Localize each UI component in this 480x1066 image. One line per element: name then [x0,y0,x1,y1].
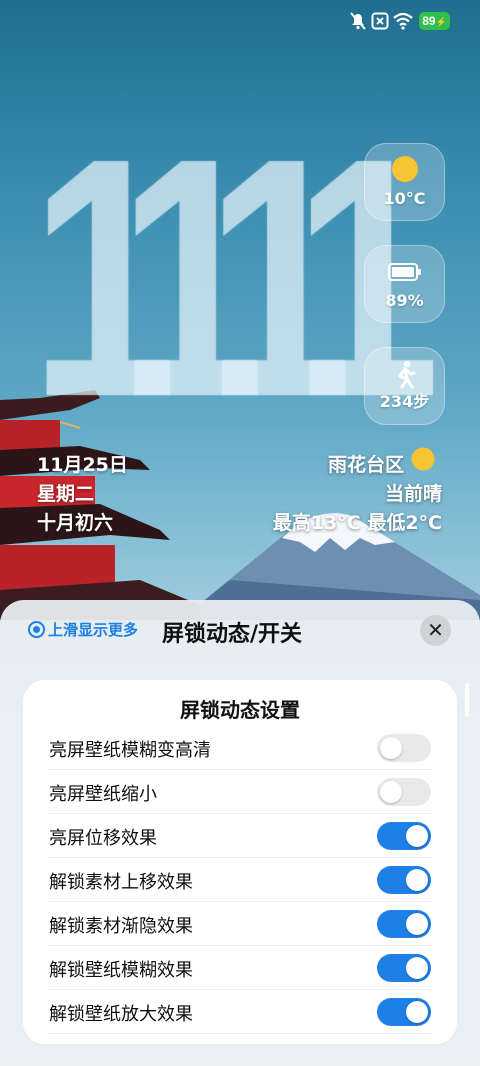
setting-label: 解锁壁纸放大效果 [49,1004,193,1025]
radio-dot-icon [28,621,45,638]
panel-title: 屏锁动态/开关 [162,622,303,647]
weather-widget[interactable]: 10°C [364,143,445,221]
lunar-date-text: 十月初六 [37,512,114,534]
toggle-knob [406,1001,428,1023]
toggle-knob [406,913,428,935]
toggle-switch[interactable] [377,822,431,850]
toggle-knob [406,869,428,891]
setting-row-wallpaper-blur-to-clear[interactable]: 亮屏壁纸模糊变高清 [49,726,431,770]
settings-card: 屏锁动态设置 亮屏壁纸模糊变高清 亮屏壁纸缩小 亮屏位移效果 解锁素材上移效果 … [23,680,457,1044]
scrollbar[interactable] [465,683,469,717]
battery-icon [387,263,421,281]
setting-label: 解锁素材渐隐效果 [49,916,193,937]
toggle-switch[interactable] [377,734,431,762]
toggle-switch[interactable] [377,954,431,982]
step-count: 234步 [379,392,430,411]
lock-screen-settings-panel: 上滑显示更多 屏锁动态/开关 ✕ 屏锁动态设置 亮屏壁纸模糊变高清 亮屏壁纸缩小… [0,600,480,1066]
weekday-text: 星期二 [37,483,95,505]
setting-label: 亮屏位移效果 [49,828,157,849]
sun-icon [391,156,418,182]
swipe-hint-label: 上滑显示更多 [48,621,139,639]
wifi-icon [393,12,413,30]
card-title: 屏锁动态设置 [180,698,300,722]
setting-label: 亮屏壁纸模糊变高清 [49,740,211,761]
charging-bolt-icon: ⚡ [435,17,447,27]
steps-widget[interactable]: 234步 [364,347,445,425]
toggle-knob [406,825,428,847]
panel-header: 上滑显示更多 屏锁动态/开关 ✕ [0,600,480,660]
setting-row-material-fade[interactable]: 解锁素材渐隐效果 [49,902,431,946]
weather-condition: 当前晴 [384,483,442,505]
close-button[interactable]: ✕ [420,615,451,646]
battery-widget[interactable]: 89% [364,245,445,323]
date-text: 11月25日 [37,454,128,476]
setting-label: 解锁素材上移效果 [49,872,193,893]
status-bar: 89⚡ [0,0,480,44]
setting-row-wallpaper-shrink[interactable]: 亮屏壁纸缩小 [49,770,431,814]
setting-row-material-move-up[interactable]: 解锁素材上移效果 [49,858,431,902]
setting-row-displacement-effect[interactable]: 亮屏位移效果 [49,814,431,858]
setting-label: 解锁壁纸模糊效果 [49,960,193,981]
walking-icon [398,360,415,389]
toggle-switch[interactable] [377,998,431,1026]
toggle-switch[interactable] [377,778,431,806]
temperature-range: 最高13°C 最低2°C [272,512,442,534]
toggle-knob [380,781,402,803]
sun-icon [411,447,435,471]
mute-icon [350,12,366,30]
battery-status-badge: 89⚡ [419,12,450,30]
toggle-knob [406,957,428,979]
weather-temp: 10°C [383,189,426,208]
clock-digits: 1111 [30,88,440,468]
no-sim-icon [371,12,389,30]
toggle-switch[interactable] [377,910,431,938]
setting-row-unlock-blur[interactable]: 解锁壁纸模糊效果 [49,946,431,990]
battery-level-text: 89 [422,14,436,28]
close-icon: ✕ [427,618,444,642]
location-text: 雨花台区 [328,454,405,476]
lock-screen-clock: 1111 [30,108,440,448]
toggle-switch[interactable] [377,866,431,894]
setting-row-unlock-zoom[interactable]: 解锁壁纸放大效果 [49,990,431,1034]
battery-percent: 89% [385,291,424,310]
swipe-up-hint[interactable]: 上滑显示更多 [28,620,138,640]
toggle-knob [380,737,402,759]
setting-label: 亮屏壁纸缩小 [49,784,157,805]
